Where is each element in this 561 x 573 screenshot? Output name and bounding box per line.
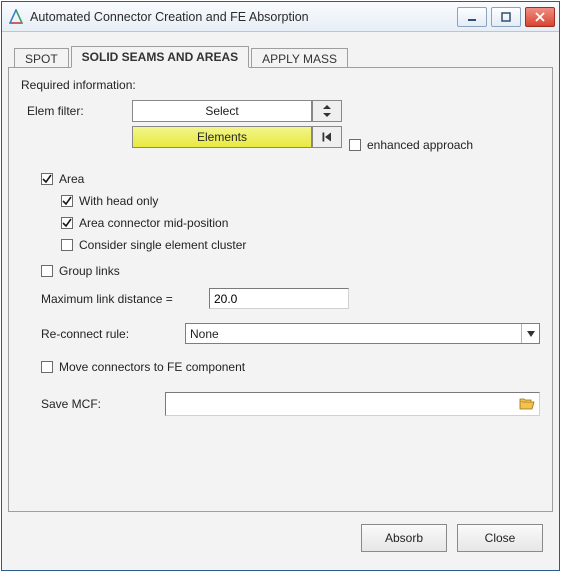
tab-solid-seams-areas[interactable]: SOLID SEAMS AND AREAS [71,46,249,68]
group-links-label: Group links [59,264,120,278]
mid-position-checkbox[interactable] [61,217,73,229]
app-icon [8,9,24,25]
save-mcf-field[interactable] [165,392,540,416]
with-head-label: With head only [79,194,158,208]
maximize-button[interactable] [491,7,521,27]
tab-pane: Required information: Elem filter: Selec… [8,67,553,512]
close-label: Close [485,531,516,545]
close-button[interactable]: Close [457,524,543,552]
group-links-checkbox[interactable] [41,265,53,277]
reconnect-dropdown[interactable]: None [185,323,540,344]
enhanced-approach-label: enhanced approach [367,138,473,152]
area-checkbox[interactable] [41,173,53,185]
enhanced-approach-checkbox[interactable] [349,139,361,151]
titlebar: Automated Connector Creation and FE Abso… [2,2,559,32]
tab-bar: SPOT SOLID SEAMS AND AREAS APPLY MASS [8,38,553,68]
reconnect-label: Re-connect rule: [41,327,185,341]
window-title: Automated Connector Creation and FE Abso… [30,10,457,24]
single-cluster-checkbox[interactable] [61,239,73,251]
window: Automated Connector Creation and FE Abso… [1,1,560,571]
move-fe-checkbox[interactable] [41,361,53,373]
elements-skip-button[interactable] [312,126,342,148]
elem-filter-value: Select [205,104,238,118]
window-controls [457,7,555,27]
absorb-button[interactable]: Absorb [361,524,447,552]
absorb-label: Absorb [385,531,423,545]
area-label: Area [59,172,84,186]
folder-open-icon[interactable] [515,393,539,415]
elem-filter-label: Elem filter: [27,104,132,118]
client-area: SPOT SOLID SEAMS AND AREAS APPLY MASS Re… [8,38,553,564]
max-link-label: Maximum link distance = [41,292,209,306]
mid-position-label: Area connector mid-position [79,216,228,230]
elements-button[interactable]: Elements [132,126,312,148]
max-link-input[interactable] [209,288,349,309]
elem-filter-spin[interactable] [312,100,342,122]
move-fe-label: Move connectors to FE component [59,360,245,374]
elem-filter-select[interactable]: Select [132,100,312,122]
footer: Absorb Close [8,512,553,564]
reconnect-value: None [190,327,219,341]
save-mcf-value [166,393,515,415]
single-cluster-label: Consider single element cluster [79,238,246,252]
required-label: Required information: [21,78,540,92]
save-mcf-label: Save MCF: [41,397,165,411]
close-window-button[interactable] [525,7,555,27]
elements-button-label: Elements [197,130,247,144]
with-head-checkbox[interactable] [61,195,73,207]
chevron-down-icon [521,324,539,343]
minimize-button[interactable] [457,7,487,27]
